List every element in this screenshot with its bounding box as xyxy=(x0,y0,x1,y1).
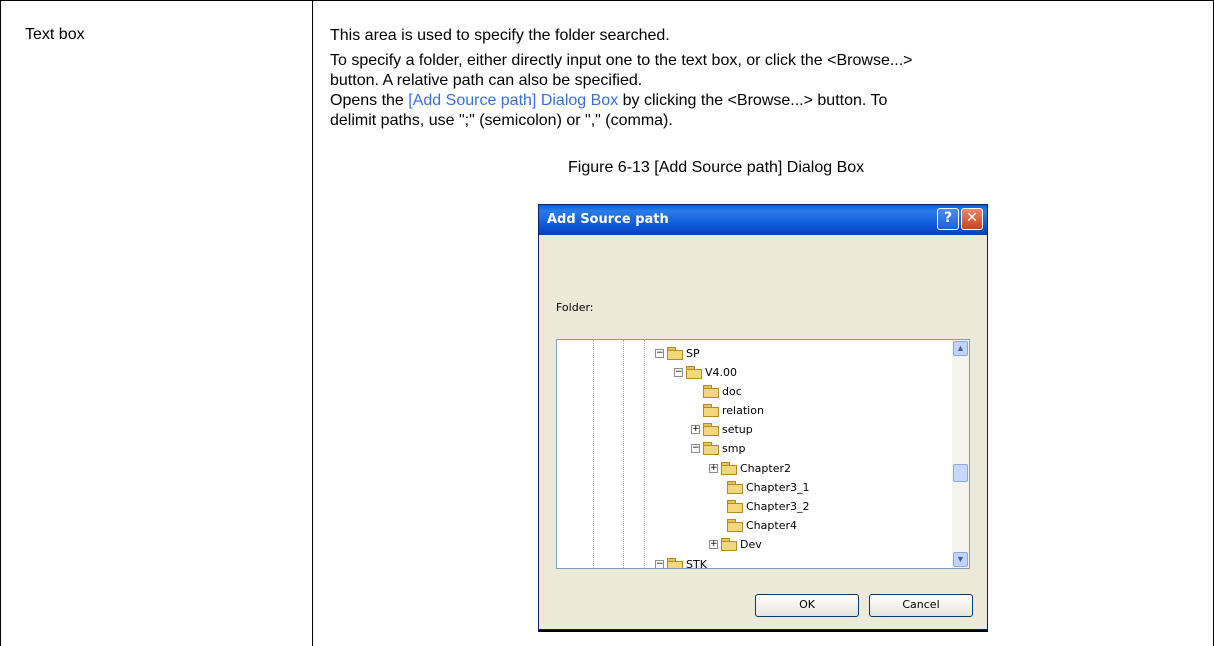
folder-label: Folder: xyxy=(556,301,594,314)
desc-line-4: Opens the [Add Source path] Dialog Box b… xyxy=(330,91,1190,111)
table-column-divider xyxy=(312,0,313,646)
collapse-icon[interactable]: − xyxy=(655,348,664,358)
tree-guide-line xyxy=(644,340,646,568)
cancel-button[interactable]: Cancel xyxy=(869,594,973,617)
desc-line-1: This area is used to specify the folder … xyxy=(330,27,670,44)
expand-icon[interactable]: + xyxy=(691,424,700,434)
tree-scrollbar[interactable]: ▲ ▼ xyxy=(952,340,969,568)
dialog-titlebar[interactable]: Add Source path ? ✕ xyxy=(539,205,987,235)
folder-icon xyxy=(727,519,743,532)
tree-node-stk[interactable]: − STK xyxy=(655,556,707,568)
tree-node-v400[interactable]: − V4.00 xyxy=(674,364,737,380)
figure-bottom-rule xyxy=(538,630,988,632)
table-top-border xyxy=(0,0,1214,1)
tree-node-relation[interactable]: relation xyxy=(703,402,764,418)
expand-icon[interactable]: + xyxy=(709,463,718,473)
dialog-box-link[interactable]: [Add Source path] Dialog Box xyxy=(408,92,618,109)
folder-icon xyxy=(667,347,683,360)
close-button[interactable]: ✕ xyxy=(961,208,983,230)
close-icon: ✕ xyxy=(966,210,978,226)
folder-tree[interactable]: − SP − V4.00 doc relation + setup − smp + Cha… xyxy=(556,339,970,569)
desc-line-3: button. A relative path can also be spec… xyxy=(330,72,643,89)
scroll-up-icon[interactable]: ▲ xyxy=(953,341,968,356)
desc-line-4-start: Opens the xyxy=(330,92,409,109)
add-source-path-dialog: Add Source path ? ✕ Folder: − SP − V4.00 d… xyxy=(538,204,988,630)
table-left-border xyxy=(0,0,1,646)
tree-node-setup[interactable]: + setup xyxy=(691,421,753,437)
help-icon: ? xyxy=(943,210,953,226)
tree-guide-line xyxy=(593,340,595,568)
tree-node-chapter3-2[interactable]: Chapter3_2 xyxy=(727,498,809,514)
tree-node-chapter4[interactable]: Chapter4 xyxy=(727,517,797,533)
tree-node-chapter3-1[interactable]: Chapter3_1 xyxy=(727,479,809,495)
folder-icon xyxy=(686,366,702,379)
tree-node-doc[interactable]: doc xyxy=(703,383,742,399)
expand-icon[interactable]: + xyxy=(709,539,718,549)
ok-button[interactable]: OK xyxy=(755,594,859,617)
scroll-thumb[interactable] xyxy=(953,464,968,482)
tree-node-smp[interactable]: − smp xyxy=(691,440,745,456)
desc-line-5: delimit paths, use ";" (semicolon) or ",… xyxy=(330,112,673,129)
folder-icon xyxy=(703,404,719,417)
folder-icon xyxy=(721,538,737,551)
tree-node-chapter2[interactable]: + Chapter2 xyxy=(709,460,791,476)
tree-guide-line xyxy=(623,340,625,568)
term-label: Text box xyxy=(25,26,85,43)
dialog-title: Add Source path xyxy=(547,212,669,227)
folder-icon xyxy=(703,442,719,455)
folder-icon xyxy=(667,558,683,568)
desc-line-4-end: by clicking the <Browse...> button. To xyxy=(618,92,888,109)
folder-icon xyxy=(703,423,719,436)
collapse-icon[interactable]: − xyxy=(691,443,700,453)
description: This area is used to specify the folder … xyxy=(330,26,1190,131)
folder-icon xyxy=(703,385,719,398)
desc-line-2: To specify a folder, either directly inp… xyxy=(330,52,913,69)
figure-caption: Figure 6-13 [Add Source path] Dialog Box xyxy=(568,159,865,176)
folder-icon xyxy=(727,481,743,494)
collapse-icon[interactable]: − xyxy=(655,559,664,568)
collapse-icon[interactable]: − xyxy=(674,367,683,377)
tree-node-sp[interactable]: − SP xyxy=(655,345,700,361)
folder-icon xyxy=(727,500,743,513)
scroll-down-icon[interactable]: ▼ xyxy=(953,552,968,567)
help-button[interactable]: ? xyxy=(937,208,959,230)
folder-icon xyxy=(721,462,737,475)
tree-node-dev[interactable]: + Dev xyxy=(709,536,762,552)
